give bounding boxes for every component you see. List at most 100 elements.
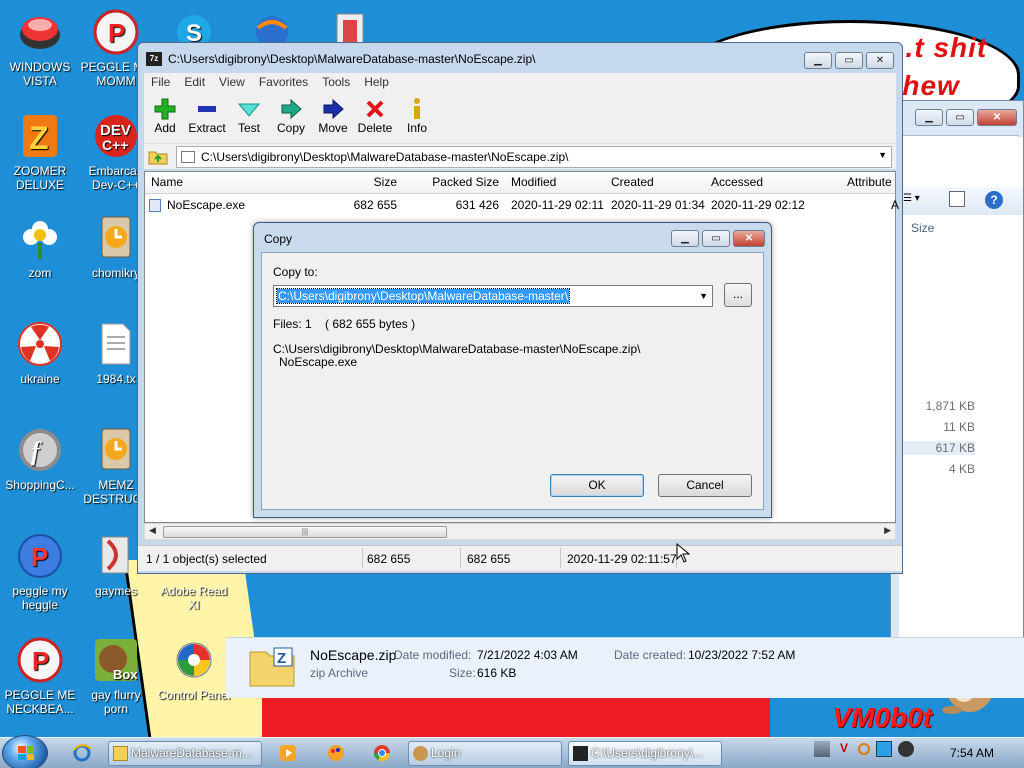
menu-edit[interactable]: Edit	[177, 73, 212, 91]
chrome-icon[interactable]	[370, 742, 394, 764]
internet-explorer-icon[interactable]	[70, 742, 94, 764]
destination-input[interactable]: C:\Users\digibrony\Desktop\MalwareDataba…	[275, 288, 571, 304]
move-icon	[312, 97, 354, 121]
cancel-button[interactable]: Cancel	[658, 474, 752, 497]
chevron-down-icon[interactable]: ▼	[878, 150, 887, 160]
ok-button[interactable]: OK	[550, 474, 644, 497]
column-size[interactable]: Size	[305, 175, 397, 189]
clock[interactable]: 7:54 AM	[950, 746, 994, 760]
close-button[interactable]: ✕	[866, 52, 894, 69]
scroll-right-icon[interactable]: ▶	[884, 525, 891, 536]
desktop-icon-windows-vista[interactable]: WINDOWS VISTA	[2, 8, 78, 88]
file-packed-size: 631 426	[455, 198, 499, 212]
taskbar-item-explorer[interactable]: MalwareDatabase-m...	[108, 741, 262, 766]
explorer-size-cell: 4 KB	[948, 462, 975, 476]
sevenzip-titlebar: 7z C:\Users\digibrony\Desktop\MalwareDat…	[146, 52, 535, 66]
minimize-button[interactable]: ▁	[915, 109, 943, 126]
scroll-left-icon[interactable]: ◀	[149, 525, 156, 536]
column-accessed[interactable]: Accessed	[711, 175, 763, 189]
file-size: 682 655	[353, 198, 397, 212]
svg-text:Z: Z	[29, 120, 49, 156]
copy-dialog[interactable]: Copy ▁ ▭ ✕ Copy to: C:\Users\digibrony\D…	[253, 222, 772, 518]
minimize-button[interactable]: ▁	[671, 230, 699, 247]
taskbar-item-login[interactable]: Login	[408, 741, 562, 766]
desktop-icon-zoomer-deluxe[interactable]: Z ZOOMER DELUXE	[2, 112, 78, 192]
file-name: NoEscape.exe	[167, 198, 246, 212]
maximize-button[interactable]: ▭	[946, 109, 974, 126]
column-modified[interactable]: Modified	[511, 175, 556, 189]
horizontal-scrollbar[interactable]: ◀ ||| ▶	[144, 523, 896, 540]
source-path-block: C:\Users\digibrony\Desktop\MalwareDataba…	[273, 343, 640, 369]
maximize-button[interactable]: ▭	[702, 230, 730, 247]
desktop-icon-gay-flurry-porn[interactable]: Box gay flurry porn	[78, 636, 154, 716]
svg-text:P: P	[32, 646, 49, 676]
media-icon	[92, 532, 140, 580]
column-packed-size[interactable]: Packed Size	[405, 175, 499, 189]
sevenzip-icon: 7z	[146, 52, 162, 66]
address-combo[interactable]: C:\Users\digibrony\Desktop\MalwareDataba…	[176, 146, 892, 168]
desktop-icon-peggle-my-heggle[interactable]: P peggle my heggle	[2, 532, 78, 612]
scroll-thumb[interactable]: |||	[163, 526, 447, 538]
start-button[interactable]	[2, 735, 48, 768]
desktop-icon-zom[interactable]: zom	[2, 214, 78, 280]
paint-icon[interactable]	[324, 742, 348, 764]
login-icon	[413, 746, 428, 761]
status-divider	[362, 548, 363, 568]
menu-file[interactable]: File	[144, 73, 177, 91]
minimize-button[interactable]: ▁	[804, 52, 832, 69]
menu-tools[interactable]: Tools	[315, 73, 357, 91]
info-button[interactable]: Info	[396, 91, 438, 143]
preview-pane-icon[interactable]	[949, 191, 965, 207]
desktop-icon-shoppingc[interactable]: f ShoppingC...	[2, 426, 78, 492]
copy-icon	[270, 97, 312, 121]
details-filename: NoEscape.zip	[310, 647, 397, 663]
help-icon[interactable]: ?	[985, 191, 1003, 209]
media-player-icon[interactable]	[276, 742, 300, 764]
delete-icon	[354, 97, 396, 121]
chevron-down-icon[interactable]: ▼	[699, 291, 708, 301]
extract-icon	[186, 97, 228, 121]
peggle-icon: P	[16, 532, 64, 580]
desktop-icon-control-panel[interactable]: Control Panel	[156, 636, 232, 702]
desktop-icon-adobe-reader[interactable]: Adobe Read XI	[156, 584, 232, 612]
speaker-icon[interactable]	[898, 741, 914, 757]
network-icon[interactable]	[814, 741, 830, 757]
table-row[interactable]: NoEscape.exe 682 655 631 426 2020-11-29 …	[145, 196, 899, 214]
close-button[interactable]: ✕	[733, 230, 765, 247]
antivirus-icon[interactable]: V	[836, 741, 852, 757]
menu-view[interactable]: View	[212, 73, 252, 91]
search-icon[interactable]	[858, 743, 870, 755]
address-text: C:\Users\digibrony\Desktop\MalwareDataba…	[201, 150, 569, 164]
delete-button[interactable]: Delete	[354, 91, 396, 143]
folder-up-icon	[148, 151, 168, 165]
exe-file-icon	[149, 199, 161, 212]
view-options-icon[interactable]: ☰ ▾	[903, 193, 920, 204]
copy-button[interactable]: Copy	[270, 91, 312, 143]
desktop-icon-peggle-me-neckbea[interactable]: P PEGGLE ME NECKBEA...	[2, 636, 78, 716]
browse-button[interactable]: ...	[724, 283, 752, 307]
close-button[interactable]: ✕	[977, 109, 1017, 126]
column-attribute[interactable]: Attribute	[847, 175, 892, 189]
file-modified: 2020-11-29 02:11	[511, 198, 604, 212]
test-button[interactable]: Test	[228, 91, 270, 143]
add-button[interactable]: Add	[144, 91, 186, 143]
column-name[interactable]: Name	[151, 175, 183, 189]
explorer-column-size[interactable]: Size	[911, 221, 934, 235]
taskbar: MalwareDatabase-m... Login C:\Users\digi…	[0, 735, 1024, 768]
folder-up-button[interactable]	[148, 147, 170, 167]
extract-button[interactable]: Extract	[186, 91, 228, 143]
destination-combo[interactable]: C:\Users\digibrony\Desktop\MalwareDataba…	[273, 285, 713, 307]
explorer-window[interactable]: ▁ ▭ ✕ base-master ⚲ ☰ ▾ ? Size 1,871 KB …	[890, 100, 1024, 698]
menu-favorites[interactable]: Favorites	[252, 73, 315, 91]
taskbar-item-sevenzip[interactable]: C:\Users\digibrony\...	[568, 741, 722, 766]
menu-help[interactable]: Help	[357, 73, 396, 91]
sevenzip-menubar: File Edit View Favorites Tools Help	[144, 73, 896, 91]
maximize-button[interactable]: ▭	[835, 52, 863, 69]
copy-dialog-body: Copy to: C:\Users\digibrony\Desktop\Malw…	[261, 252, 764, 510]
svg-text:C++: C++	[102, 137, 128, 153]
move-button[interactable]: Move	[312, 91, 354, 143]
display-icon[interactable]	[876, 741, 892, 757]
desktop-icon-ukraine[interactable]: ukraine	[2, 320, 78, 386]
column-created[interactable]: Created	[611, 175, 654, 189]
test-icon	[228, 97, 270, 121]
